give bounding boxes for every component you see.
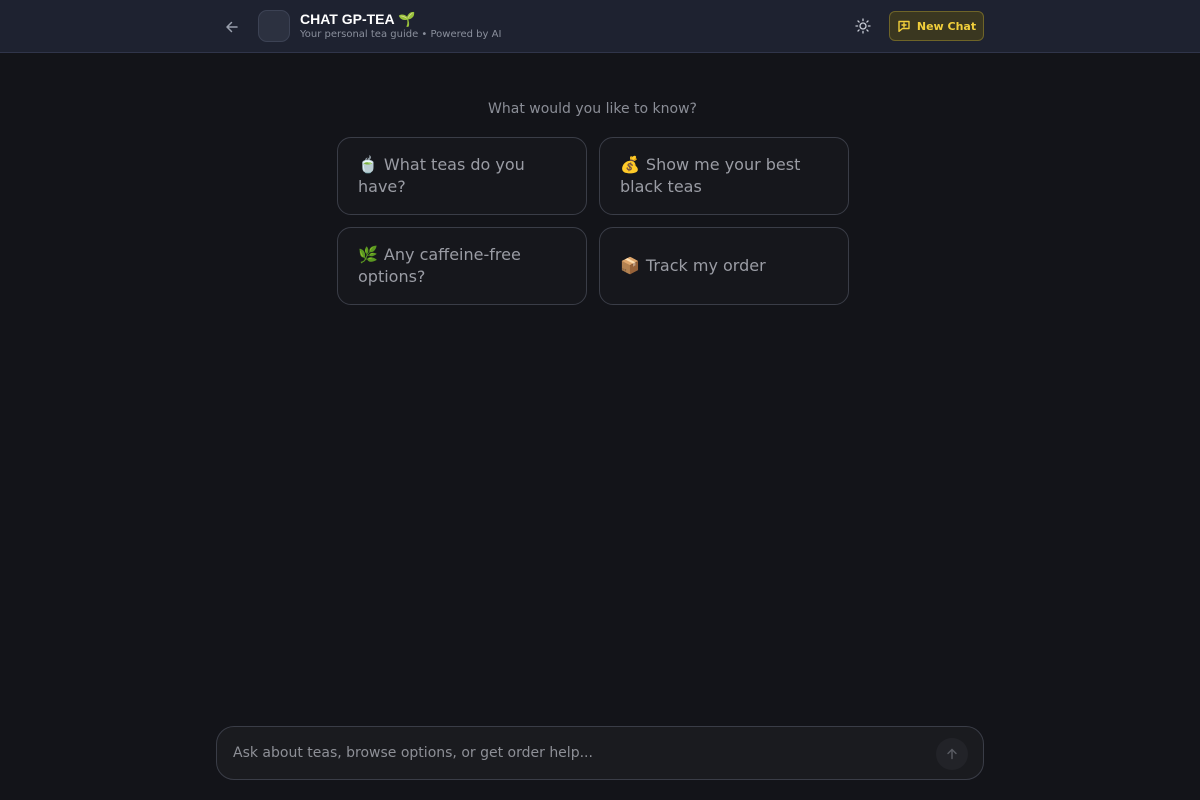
arrow-up-icon bbox=[947, 748, 957, 760]
message-plus-icon bbox=[898, 20, 910, 32]
prompt-question: What would you like to know? bbox=[488, 101, 697, 117]
message-composer bbox=[216, 726, 984, 780]
new-chat-label: New Chat bbox=[916, 19, 977, 33]
suggestion-label: Any caffeine-free options? bbox=[358, 245, 521, 286]
suggestion-caffeine-free[interactable]: 🌿 Any caffeine-free options? bbox=[337, 227, 587, 305]
app-header: CHAT GP-TEA 🌱 Your personal tea guide • … bbox=[0, 0, 1200, 53]
app-title-text: CHAT GP-TEA bbox=[300, 11, 395, 27]
money-bag-icon: 💰 bbox=[620, 155, 640, 174]
herb-icon: 🌿 bbox=[358, 245, 378, 264]
suggestion-track-order[interactable]: 📦 Track my order bbox=[599, 227, 849, 305]
arrow-left-icon bbox=[226, 21, 238, 33]
sun-icon bbox=[855, 18, 871, 34]
new-chat-button[interactable]: New Chat bbox=[889, 11, 984, 41]
suggestion-black-teas[interactable]: 💰 Show me your best black teas bbox=[599, 137, 849, 215]
package-icon: 📦 bbox=[620, 256, 640, 275]
teacup-icon: 🍵 bbox=[358, 155, 378, 174]
app-logo bbox=[258, 10, 290, 42]
suggestion-label: Track my order bbox=[645, 256, 766, 275]
theme-toggle-button[interactable] bbox=[852, 15, 874, 37]
app-title: CHAT GP-TEA 🌱 bbox=[300, 11, 415, 28]
message-input[interactable] bbox=[233, 727, 923, 779]
app-subtitle: Your personal tea guide • Powered by AI bbox=[300, 29, 502, 40]
seedling-icon: 🌱 bbox=[398, 11, 416, 27]
suggestion-teas[interactable]: 🍵 What teas do you have? bbox=[337, 137, 587, 215]
suggestion-label: Show me your best black teas bbox=[620, 155, 801, 196]
suggestion-label: What teas do you have? bbox=[358, 155, 525, 196]
send-button[interactable] bbox=[936, 738, 968, 770]
back-button[interactable] bbox=[221, 16, 243, 38]
